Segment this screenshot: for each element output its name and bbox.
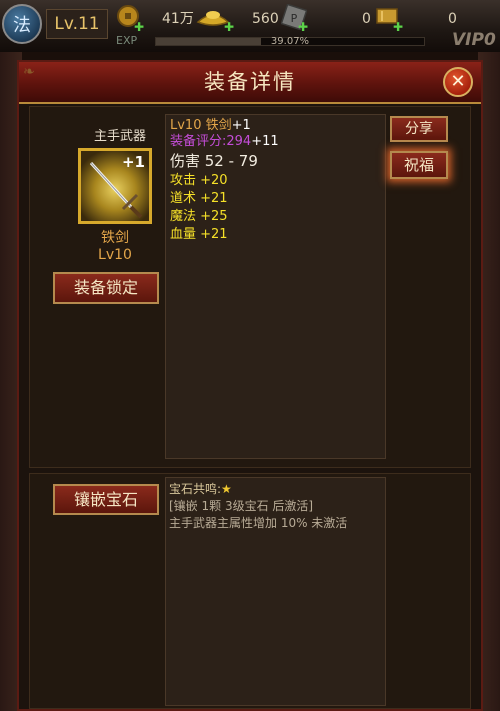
share-button[interactable]: 分享 [390,116,448,142]
stat-taoism: 道术 +21 [170,191,228,206]
gem-effect: 主手武器主属性增加 10% 未激活 [169,516,348,530]
vip-label[interactable]: VIP0 [452,30,496,50]
stat-magic: 魔法 +25 [170,209,228,224]
star-icon: ★ [221,482,232,496]
add-gold-icon[interactable]: ✚ [134,20,144,34]
inlay-gem-button[interactable]: 镶嵌宝石 [53,484,159,515]
lock-equipment-button[interactable]: 装备锁定 [53,272,159,304]
stat-attack: 攻击 +20 [170,173,228,188]
item-level: Lv10 [98,247,132,263]
exp-label: EXP [116,34,138,47]
top-hud: 法 Lv.11 ✚ 41万 ✚ 560 P ✚ 0 ✚ 0 EXP 39.07%… [0,0,500,52]
bless-button[interactable]: 祝福 [390,151,448,179]
item-enhance-level: +1 [121,153,145,171]
stat-hp: 血量 +21 [170,227,228,242]
gem-resonance-box: 宝石共鸣:★ [镶嵌 1颗 3级宝石 后激活] 主手武器主属性增加 10% 未激… [165,477,386,706]
equipment-detail-dialog: ❧ 装备详情 ✕ 主手武器 +1 铁剑 Lv10 装备锁定 Lv10 铁剑+1 … [17,60,483,711]
svg-text:P: P [291,12,298,25]
score-plus: +11 [251,134,279,149]
equipment-score: 装备评分:294+11 [170,134,279,150]
item-name: 铁剑 [101,230,129,246]
dialog-title: 装备详情 [204,70,296,94]
item-icon-frame[interactable]: +1 [78,148,152,224]
add-ticket-icon[interactable]: ✚ [298,20,308,34]
equipment-slot-name: 主手武器 [93,129,146,144]
stat-damage: 伤害 52 - 79 [170,152,258,170]
gem-title-text: 宝石共鸣: [169,482,222,496]
ingot-amount: 560 [252,11,279,27]
item-info-panel: 主手武器 +1 铁剑 Lv10 装备锁定 Lv10 铁剑+1 装备评分:294+… [29,106,471,468]
stats-header: Lv10 铁剑+1 [170,118,251,134]
add-bar-icon[interactable]: ✚ [393,20,403,34]
gem-resonance-title: 宝石共鸣:★ [169,482,232,497]
score-label: 装备评分:294 [170,134,252,149]
class-glyph: 法 [13,15,31,36]
stats-item-name: Lv10 铁剑 [170,118,232,133]
close-icon: ✕ [450,71,466,92]
exp-percent: 39.07% [270,36,310,47]
add-ingot-icon[interactable]: ✚ [224,20,234,34]
close-button[interactable]: ✕ [443,67,473,97]
gem-panel: 镶嵌宝石 宝石共鸣:★ [镶嵌 1颗 3级宝石 后激活] 主手武器主属性增加 1… [29,473,471,709]
exp-bar: 39.07% [155,36,425,47]
gem-condition: [镶嵌 1颗 3级宝石 后激活] [169,499,314,513]
bars-amount: 0 [362,11,371,27]
stats-item-plus: +1 [231,118,251,133]
class-badge[interactable]: 法 [2,4,42,44]
item-stats-box: Lv10 铁剑+1 装备评分:294+11 伤害 52 - 79 攻击 +20 … [165,114,386,459]
extra-amount: 0 [448,11,457,27]
player-level: Lv.11 [46,9,108,39]
gold-amount: 41万 [162,11,194,27]
dialog-title-bar: ❧ 装备详情 ✕ [19,62,481,104]
